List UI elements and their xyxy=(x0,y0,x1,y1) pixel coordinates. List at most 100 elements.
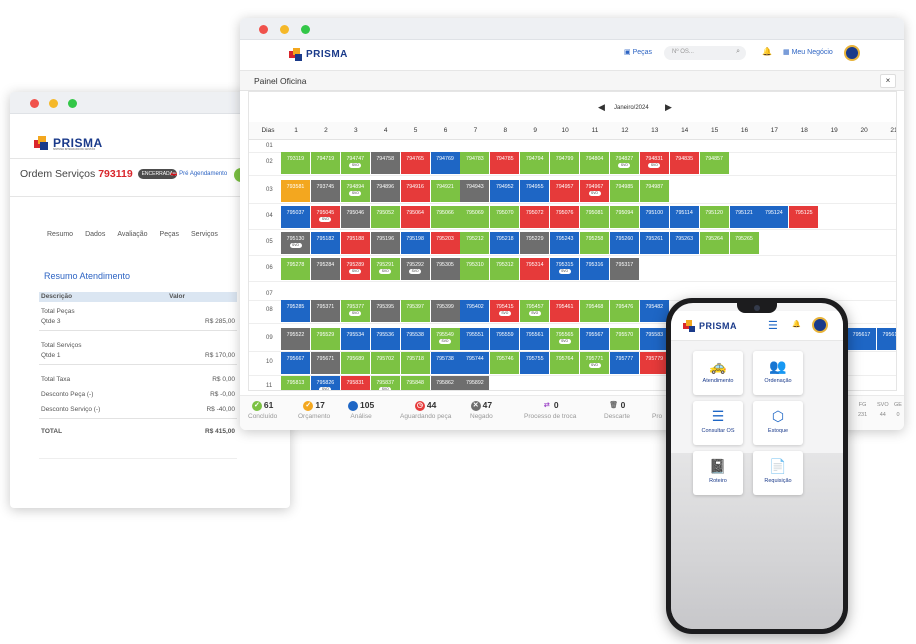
os-cell[interactable]: 795567 xyxy=(580,328,609,350)
close-window-button[interactable] xyxy=(259,25,268,34)
os-cell[interactable]: 795316 xyxy=(580,258,609,280)
close-icon[interactable]: × xyxy=(880,74,896,88)
os-cell[interactable]: 795667 xyxy=(281,352,310,374)
os-cell[interactable]: 795561 xyxy=(520,328,550,350)
os-cell[interactable]: 795212 xyxy=(460,232,490,254)
os-cell[interactable]: 795738 xyxy=(430,352,460,374)
legend-item[interactable]: Pro xyxy=(652,400,662,420)
os-cell[interactable]: 794794 xyxy=(520,152,550,174)
bell-icon[interactable]: 🔔 xyxy=(762,47,772,56)
tile-atendimento[interactable]: 🚕 Atendimento xyxy=(693,351,743,395)
os-cell[interactable]: 795779 xyxy=(639,352,669,374)
os-cell[interactable]: 795292 SVO xyxy=(400,258,430,280)
os-cell[interactable]: 795583 xyxy=(639,328,669,350)
os-cell[interactable]: 794835 xyxy=(669,152,699,174)
os-cell[interactable]: 794894 SVO xyxy=(340,180,370,202)
os-cell[interactable]: 795482 xyxy=(639,300,669,322)
os-cell[interactable]: 795305 xyxy=(430,258,460,280)
os-cell[interactable]: 794785 xyxy=(490,152,520,174)
os-cell[interactable]: 793745 xyxy=(310,180,340,202)
os-cell[interactable]: 795892 xyxy=(460,376,490,390)
os-cell[interactable]: 795196 xyxy=(370,232,400,254)
tile-ordena-o[interactable]: 👥 Ordenação xyxy=(753,351,803,395)
os-cell[interactable]: 795395 xyxy=(370,300,400,322)
os-cell[interactable]: 795371 xyxy=(310,300,340,322)
tile-consultar-os[interactable]: ☰ Consultar OS xyxy=(693,401,743,445)
os-cell[interactable]: 795702 xyxy=(370,352,400,374)
legend-item[interactable]: ⇄ 0 Processo de troca xyxy=(524,400,576,420)
os-cell[interactable]: 795052 xyxy=(370,206,400,228)
os-cell[interactable]: 795618 xyxy=(876,328,896,350)
os-cell[interactable]: 795837 SVO xyxy=(370,376,400,390)
os-cell[interactable]: 795570 xyxy=(609,328,639,350)
legend-item[interactable]: ◷ 44 Aguardando peça xyxy=(400,400,451,420)
menu-icon[interactable]: ☰ xyxy=(768,319,778,332)
os-cell[interactable]: 795312 xyxy=(490,258,520,280)
os-cell[interactable]: 795229 xyxy=(520,232,550,254)
minimize-window-button[interactable] xyxy=(280,25,289,34)
maximize-window-button[interactable] xyxy=(301,25,310,34)
os-cell[interactable]: 795559 xyxy=(490,328,520,350)
avatar[interactable] xyxy=(812,317,828,333)
os-cell[interactable]: 794769 xyxy=(430,152,460,174)
os-cell[interactable]: 795076 xyxy=(550,206,580,228)
os-cell[interactable]: 795317 xyxy=(609,258,639,280)
os-cell[interactable]: 793581 xyxy=(281,180,310,202)
legend-item[interactable]: 105 Análise xyxy=(348,400,374,420)
os-cell[interactable]: 794916 xyxy=(400,180,430,202)
tile-estoque[interactable]: ⬡ Estoque xyxy=(753,401,803,445)
os-cell[interactable]: 795826 SVO xyxy=(310,376,340,390)
os-cell[interactable]: 794896 xyxy=(370,180,400,202)
os-cell[interactable]: 795848 xyxy=(400,376,430,390)
os-cell[interactable]: 795125 xyxy=(789,206,819,228)
os-cell[interactable]: 795777 xyxy=(609,352,639,374)
tile-roteiro[interactable]: 📓 Roteiro xyxy=(693,451,743,495)
minimize-window-button[interactable] xyxy=(49,99,58,108)
os-cell[interactable]: 795258 xyxy=(580,232,609,254)
os-cell[interactable]: 795069 xyxy=(460,206,490,228)
tab-servicos[interactable]: Serviços xyxy=(191,231,218,238)
os-cell[interactable]: 795522 xyxy=(281,328,310,350)
os-cell[interactable]: 794719 xyxy=(310,152,340,174)
os-cell[interactable]: 794921 xyxy=(430,180,460,202)
os-cell[interactable]: 795402 xyxy=(460,300,490,322)
os-cell[interactable]: 794765 xyxy=(400,152,430,174)
os-cell[interactable]: 795284 xyxy=(310,258,340,280)
os-cell[interactable]: 794747 SVO xyxy=(340,152,370,174)
os-cell[interactable]: 795764 xyxy=(550,352,580,374)
os-cell[interactable]: 795457 SVO xyxy=(520,300,550,322)
os-cell[interactable]: 794827 SVO xyxy=(609,152,639,174)
os-cell[interactable]: 795399 xyxy=(430,300,460,322)
os-cell[interactable]: 795182 xyxy=(310,232,340,254)
os-cell[interactable]: 795744 xyxy=(460,352,490,374)
bell-icon[interactable]: 🔔 xyxy=(792,320,801,328)
os-cell[interactable]: 795617 xyxy=(847,328,876,350)
os-cell[interactable]: 795377 SVO xyxy=(340,300,370,322)
os-cell[interactable]: 795718 xyxy=(400,352,430,374)
os-cell[interactable]: 795037 xyxy=(281,206,310,228)
os-cell[interactable]: 795549 SVO xyxy=(430,328,460,350)
os-cell[interactable]: 794952 xyxy=(490,180,520,202)
os-cell[interactable]: 795070 xyxy=(490,206,520,228)
os-cell[interactable]: 795461 xyxy=(550,300,580,322)
os-cell[interactable]: 795315 SVO xyxy=(550,258,580,280)
meu-negocio-link[interactable]: ▦ Meu Negócio xyxy=(783,48,833,56)
os-cell[interactable]: 795072 xyxy=(520,206,550,228)
os-cell[interactable]: 795066 xyxy=(430,206,460,228)
os-cell[interactable]: 795771 SVO xyxy=(580,352,609,374)
os-cell[interactable]: 795671 xyxy=(310,352,340,374)
os-cell[interactable]: 795397 xyxy=(400,300,430,322)
os-cell[interactable]: 795130 SVO xyxy=(281,232,310,254)
os-cell[interactable]: 795746 xyxy=(490,352,520,374)
legend-item[interactable]: ✓ 17 Orçamento xyxy=(298,400,330,420)
close-window-button[interactable] xyxy=(30,99,39,108)
os-cell[interactable]: 795551 xyxy=(460,328,490,350)
tile-requisi-o[interactable]: 📄 Requisição xyxy=(753,451,803,495)
next-month-icon[interactable]: ▶ xyxy=(665,102,672,113)
os-cell[interactable]: 795536 xyxy=(370,328,400,350)
os-cell[interactable]: 795243 xyxy=(550,232,580,254)
legend-item[interactable]: ✕ 47 Negado xyxy=(470,400,493,420)
avatar[interactable] xyxy=(844,45,860,61)
os-cell[interactable]: 795198 xyxy=(400,232,430,254)
os-cell[interactable]: 795529 xyxy=(310,328,340,350)
